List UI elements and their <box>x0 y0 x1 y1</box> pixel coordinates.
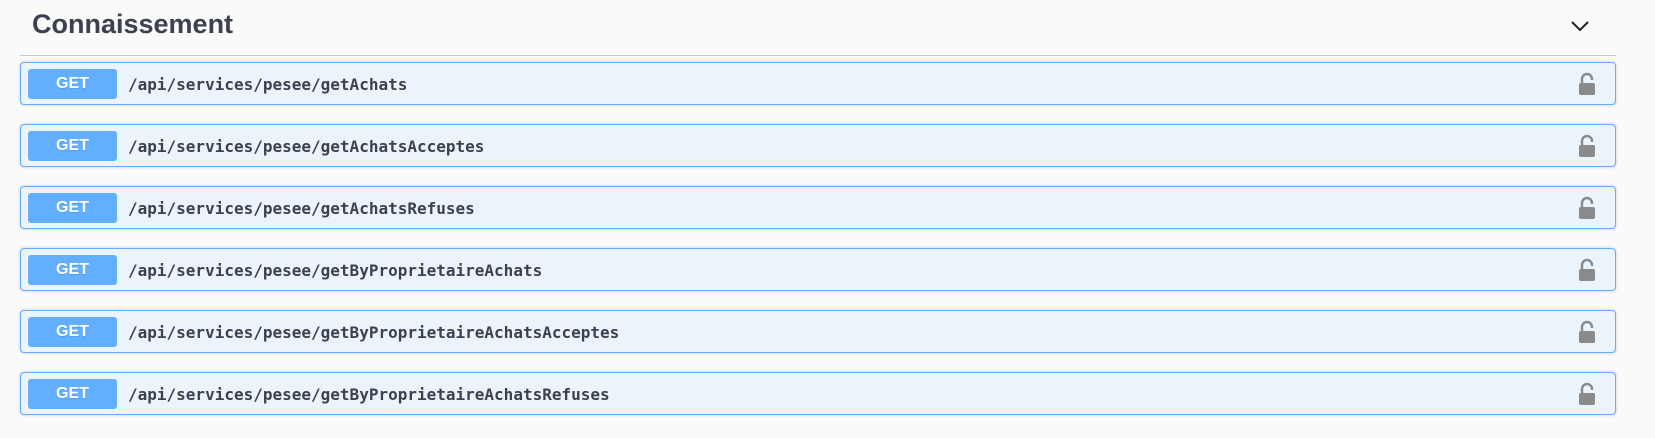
operation-path: /api/services/pesee/getAchatsAcceptes <box>128 137 485 156</box>
operation-get-getachats[interactable]: GET /api/services/pesee/getAchats <box>20 62 1616 105</box>
operation-get-getbyproprietaireachatsrefuses[interactable]: GET /api/services/pesee/getByProprietair… <box>20 372 1616 415</box>
operation-path: /api/services/pesee/getByProprietaireAch… <box>128 385 610 404</box>
operation-get-getachatsacceptes[interactable]: GET /api/services/pesee/getAchatsAccepte… <box>20 124 1616 167</box>
method-badge: GET <box>28 69 117 99</box>
method-badge: GET <box>28 193 117 223</box>
unlocked-padlock-icon[interactable] <box>1577 382 1597 406</box>
method-badge: GET <box>28 131 117 161</box>
method-badge: GET <box>28 255 117 285</box>
method-badge: GET <box>28 317 117 347</box>
unlocked-padlock-icon[interactable] <box>1577 196 1597 220</box>
operation-get-getachatsrefuses[interactable]: GET /api/services/pesee/getAchatsRefuses <box>20 186 1616 229</box>
operations-list: GET /api/services/pesee/getAchats GET /a… <box>20 62 1616 434</box>
operation-path: /api/services/pesee/getByProprietaireAch… <box>128 261 543 280</box>
unlocked-padlock-icon[interactable] <box>1577 72 1597 96</box>
unlocked-padlock-icon[interactable] <box>1577 258 1597 282</box>
section-title: Connaissement <box>32 9 234 39</box>
operation-get-getbyproprietaireachatsacceptes[interactable]: GET /api/services/pesee/getByProprietair… <box>20 310 1616 353</box>
api-section-connaissement: Connaissement GET /api/services/pesee/ge… <box>20 0 1616 415</box>
operation-path: /api/services/pesee/getAchats <box>128 75 408 94</box>
section-header[interactable]: Connaissement <box>20 0 1616 56</box>
chevron-down-icon[interactable] <box>1568 14 1592 38</box>
operation-path: /api/services/pesee/getByProprietaireAch… <box>128 323 620 342</box>
method-badge: GET <box>28 379 117 409</box>
operation-get-getbyproprietaireachats[interactable]: GET /api/services/pesee/getByProprietair… <box>20 248 1616 291</box>
unlocked-padlock-icon[interactable] <box>1577 320 1597 344</box>
unlocked-padlock-icon[interactable] <box>1577 134 1597 158</box>
operation-path: /api/services/pesee/getAchatsRefuses <box>128 199 475 218</box>
